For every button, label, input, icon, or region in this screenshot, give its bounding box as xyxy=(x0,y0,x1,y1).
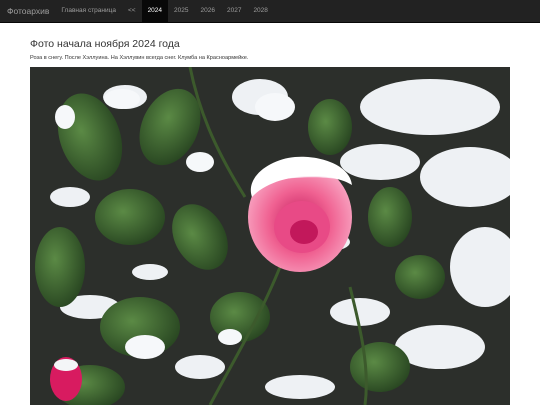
nav-year-2027[interactable]: 2027 xyxy=(221,0,247,22)
site-brand[interactable]: Фотоархив xyxy=(0,0,55,22)
nav-year-2026[interactable]: 2026 xyxy=(195,0,221,22)
rose-in-snow-photo xyxy=(30,67,510,405)
photo-caption: Роза в снегу. После Хэллуина. На Хэллуви… xyxy=(30,55,249,61)
page-title: Фото начала ноября 2024 года xyxy=(30,38,180,50)
nav-home[interactable]: Главная страница xyxy=(55,0,122,22)
top-navbar: Фотоархив Главная страница << 2024 2025 … xyxy=(0,0,540,23)
nav-prev[interactable]: << xyxy=(122,0,142,22)
rose-bloom xyxy=(248,156,352,272)
nav-year-2028[interactable]: 2028 xyxy=(247,0,273,22)
nav-year-2025[interactable]: 2025 xyxy=(168,0,194,22)
small-rose-bud xyxy=(50,357,82,401)
photo-illustration xyxy=(30,67,510,405)
nav-year-2024[interactable]: 2024 xyxy=(141,0,169,22)
